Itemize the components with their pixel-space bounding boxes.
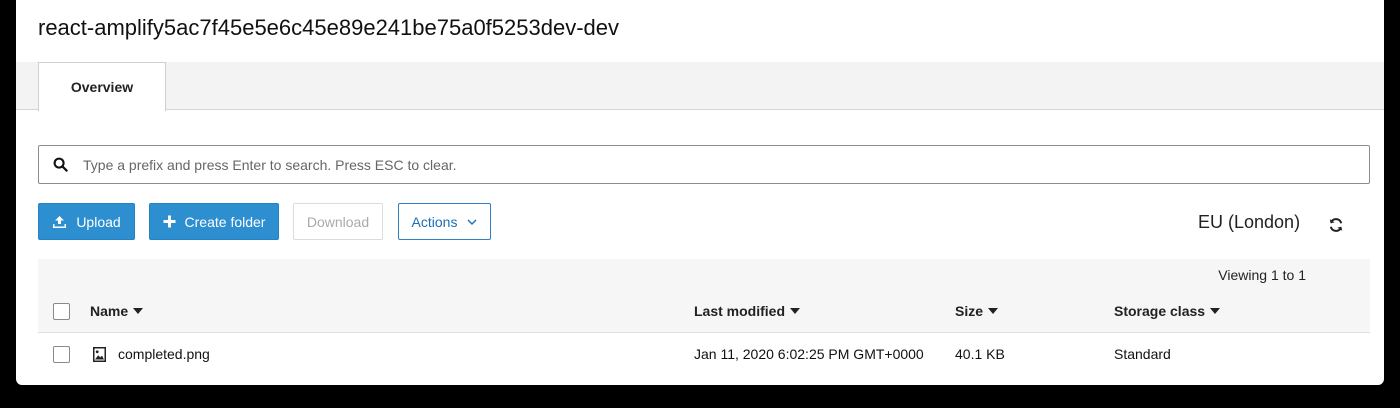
column-header-last-modified[interactable]: Last modified [694, 303, 801, 319]
file-name: completed.png [118, 346, 210, 362]
actions-button-label: Actions [411, 213, 458, 230]
viewing-count: Viewing 1 to 1 [1218, 267, 1306, 283]
column-header-size[interactable]: Size [955, 303, 999, 319]
sort-caret-icon [1210, 308, 1221, 314]
tab-strip [16, 62, 1384, 110]
sort-caret-icon [790, 308, 801, 314]
create-folder-button-label: Create folder [184, 213, 266, 230]
download-button-label: Download [306, 213, 370, 230]
refresh-icon[interactable] [1327, 216, 1345, 234]
table-header: Name Last modified Size Storage class [38, 291, 1370, 333]
chevron-down-icon [467, 219, 477, 225]
sort-caret-icon [133, 308, 144, 314]
page-title: react-amplify5ac7f45e5e6c45e89e241be75a0… [38, 15, 620, 40]
file-name-cell[interactable]: completed.png [93, 346, 210, 362]
select-all-checkbox[interactable] [53, 303, 70, 320]
download-button[interactable]: Download [293, 203, 383, 240]
create-folder-button[interactable]: Create folder [149, 203, 279, 240]
actions-dropdown-button[interactable]: Actions [398, 203, 491, 240]
storage-class-cell: Standard [1114, 346, 1171, 362]
tab-overview-label: Overview [70, 79, 134, 95]
upload-button-label: Upload [76, 213, 121, 230]
table-pagination-bar: Viewing 1 to 1 [38, 259, 1370, 291]
objects-table: Viewing 1 to 1 Name Last modified Size S… [38, 259, 1370, 385]
image-file-icon [93, 346, 106, 362]
region-label: EU (London) [1198, 212, 1301, 232]
upload-button[interactable]: Upload [38, 203, 135, 240]
table-row[interactable]: completed.png Jan 11, 2020 6:02:25 PM GM… [38, 333, 1370, 375]
upload-icon [52, 215, 67, 229]
size-cell: 40.1 KB [955, 346, 1005, 362]
search-input[interactable] [81, 155, 1369, 174]
sort-caret-icon [988, 308, 999, 314]
column-header-name[interactable]: Name [90, 303, 144, 319]
plus-icon [163, 215, 176, 228]
s3-bucket-window: react-amplify5ac7f45e5e6c45e89e241be75a0… [16, 0, 1384, 385]
row-checkbox[interactable] [53, 346, 70, 363]
search-icon [39, 157, 81, 172]
column-header-storage-class[interactable]: Storage class [1114, 303, 1221, 319]
tab-overview[interactable]: Overview [38, 62, 166, 111]
search-bar[interactable] [38, 145, 1370, 184]
last-modified-cell: Jan 11, 2020 6:02:25 PM GMT+0000 [694, 346, 924, 362]
